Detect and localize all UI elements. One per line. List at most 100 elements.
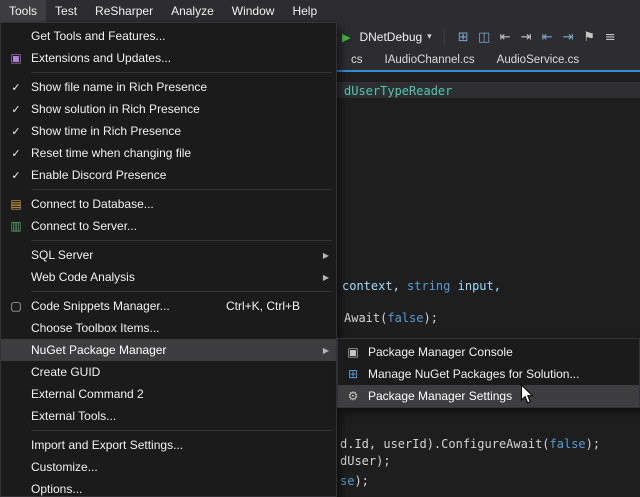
submenu-arrow-icon: ▶ <box>316 251 336 260</box>
menu-shortcut: Ctrl+K, Ctrl+B <box>226 299 300 313</box>
checkmark-icon: ✓ <box>1 81 31 94</box>
checkmark-icon: ✓ <box>1 103 31 116</box>
menu-item-extensions-and-updates[interactable]: ▣Extensions and Updates... <box>1 47 336 69</box>
extensions-icon: ▣ <box>1 51 31 65</box>
document-tab-audioservice-cs[interactable]: AudioService.cs <box>486 50 590 70</box>
submenu-arrow-icon: ▶ <box>316 346 336 355</box>
code-snippets-icon: ▢ <box>1 299 31 313</box>
menu-item-sql-server[interactable]: SQL Server▶ <box>1 244 336 266</box>
menu-item-enable-discord-presence[interactable]: ✓Enable Discord Presence <box>1 164 336 186</box>
code-token: false <box>387 311 423 325</box>
start-debug-icon[interactable]: ▶ <box>342 31 350 44</box>
menubar-item-analyze[interactable]: Analyze <box>162 0 223 22</box>
server-icon: ▥ <box>1 219 31 233</box>
menu-item-package-manager-console[interactable]: ▣Package Manager Console <box>338 341 639 363</box>
code-line: Await(false); <box>344 311 438 326</box>
menu-item-show-file-name-in-rich-presence[interactable]: ✓Show file name in Rich Presence <box>1 76 336 98</box>
manage-packages-icon: ⊞ <box>338 367 368 381</box>
menu-item-show-time-in-rich-presence[interactable]: ✓Show time in Rich Presence <box>1 120 336 142</box>
menu-item-label: Web Code Analysis <box>31 270 316 284</box>
database-icon: ▤ <box>1 197 31 211</box>
navigate-forward-icon[interactable]: ⇥ <box>516 30 537 45</box>
menu-item-label: Show solution in Rich Presence <box>31 102 316 116</box>
document-tab-cs[interactable]: cs <box>340 50 374 70</box>
menu-item-external-tools[interactable]: External Tools... <box>1 405 336 427</box>
code-token: context <box>342 279 393 293</box>
menu-item-label: Create GUID <box>31 365 316 379</box>
menu-item-external-command-2[interactable]: External Command 2 <box>1 383 336 405</box>
menu-item-customize[interactable]: Customize... <box>1 456 336 478</box>
code-token: false <box>550 437 586 451</box>
code-line: dUser); <box>340 454 391 469</box>
menu-item-options[interactable]: Options... <box>1 478 336 497</box>
menu-item-show-solution-in-rich-presence[interactable]: ✓Show solution in Rich Presence <box>1 98 336 120</box>
menubar-item-test[interactable]: Test <box>46 0 86 22</box>
menu-item-create-guid[interactable]: Create GUID <box>1 361 336 383</box>
console-icon: ▣ <box>338 345 368 359</box>
code-token: dUser); <box>340 454 391 468</box>
gear-icon: ⚙ <box>338 389 368 403</box>
tools-menu: Get Tools and Features...▣Extensions and… <box>0 22 337 497</box>
code-token: d.Id, userId).ConfigureAwait( <box>340 437 550 451</box>
decrease-line-indent-icon[interactable]: ⇤ <box>537 30 558 45</box>
document-tab-iaudiochannel-cs[interactable]: IAudioChannel.cs <box>374 50 486 70</box>
menu-item-web-code-analysis[interactable]: Web Code Analysis▶ <box>1 266 336 288</box>
menu-item-label: Connect to Database... <box>31 197 316 211</box>
checkmark-icon: ✓ <box>1 169 31 182</box>
menu-item-reset-time-when-changing-file[interactable]: ✓Reset time when changing file <box>1 142 336 164</box>
menu-item-label: Connect to Server... <box>31 219 316 233</box>
menu-item-label: Package Manager Settings <box>368 389 619 403</box>
preview-changes-icon[interactable]: ◫ <box>474 30 495 45</box>
menu-item-code-snippets-manager[interactable]: ▢Code Snippets Manager...Ctrl+K, Ctrl+B <box>1 295 336 317</box>
menu-item-label: Reset time when changing file <box>31 146 316 160</box>
menu-item-label: NuGet Package Manager <box>31 343 316 357</box>
menu-item-label: SQL Server <box>31 248 316 262</box>
code-token: se <box>340 474 354 488</box>
code-token: ); <box>423 311 437 325</box>
menu-separator <box>31 430 332 431</box>
increase-line-indent-icon[interactable]: ⇥ <box>558 30 579 45</box>
toolbar-separator <box>444 29 445 45</box>
code-token: string <box>407 279 450 293</box>
menu-item-label: Show time in Rich Presence <box>31 124 316 138</box>
menu-item-label: Code Snippets Manager... <box>31 299 226 313</box>
menubar-item-resharper[interactable]: ReSharper <box>86 0 162 22</box>
navigate-backward-icon[interactable]: ⇤ <box>495 30 516 45</box>
menu-separator <box>31 72 332 73</box>
code-token: , <box>393 279 407 293</box>
menu-item-choose-toolbox-items[interactable]: Choose Toolbox Items... <box>1 317 336 339</box>
bookmark-icon[interactable]: ⚑ <box>579 30 600 45</box>
menu-item-label: External Command 2 <box>31 387 316 401</box>
menu-item-label: Show file name in Rich Presence <box>31 80 316 94</box>
menu-item-package-manager-settings[interactable]: ⚙Package Manager Settings <box>338 385 639 407</box>
code-type-name: dUserTypeReader <box>344 84 452 98</box>
menubar-item-help[interactable]: Help <box>283 0 326 22</box>
task-list-icon[interactable]: ≡ <box>600 30 621 45</box>
code-token: ); <box>586 437 600 451</box>
code-line: se); <box>340 474 369 489</box>
menu-item-import-and-export-settings[interactable]: Import and Export Settings... <box>1 434 336 456</box>
menu-item-label: Customize... <box>31 460 316 474</box>
menu-separator <box>31 189 332 190</box>
submenu-arrow-icon: ▶ <box>316 273 336 282</box>
menu-item-connect-to-database[interactable]: ▤Connect to Database... <box>1 193 336 215</box>
menu-item-label: Extensions and Updates... <box>31 51 316 65</box>
menu-item-label: Enable Discord Presence <box>31 168 316 182</box>
menu-separator <box>31 291 332 292</box>
debug-profile-dropdown[interactable]: DNetDebug ▾ <box>355 28 435 46</box>
code-token: Await( <box>344 311 387 325</box>
menu-item-nuget-package-manager[interactable]: NuGet Package Manager▶ <box>1 339 336 361</box>
menubar-item-tools[interactable]: Tools <box>0 0 46 22</box>
menu-item-label: Options... <box>31 482 316 496</box>
code-line: context, string input, <box>342 279 501 294</box>
menu-item-connect-to-server[interactable]: ▥Connect to Server... <box>1 215 336 237</box>
menu-item-label: External Tools... <box>31 409 316 423</box>
attach-to-process-icon[interactable]: ⊞ <box>453 30 474 45</box>
menubar-item-window[interactable]: Window <box>223 0 284 22</box>
menu-item-manage-nuget-packages-for-solution[interactable]: ⊞Manage NuGet Packages for Solution... <box>338 363 639 385</box>
menu-item-label: Get Tools and Features... <box>31 29 316 43</box>
menu-item-label: Choose Toolbox Items... <box>31 321 316 335</box>
code-token: input, <box>450 279 501 293</box>
menu-item-get-tools-and-features[interactable]: Get Tools and Features... <box>1 25 336 47</box>
menu-item-label: Manage NuGet Packages for Solution... <box>368 367 619 381</box>
